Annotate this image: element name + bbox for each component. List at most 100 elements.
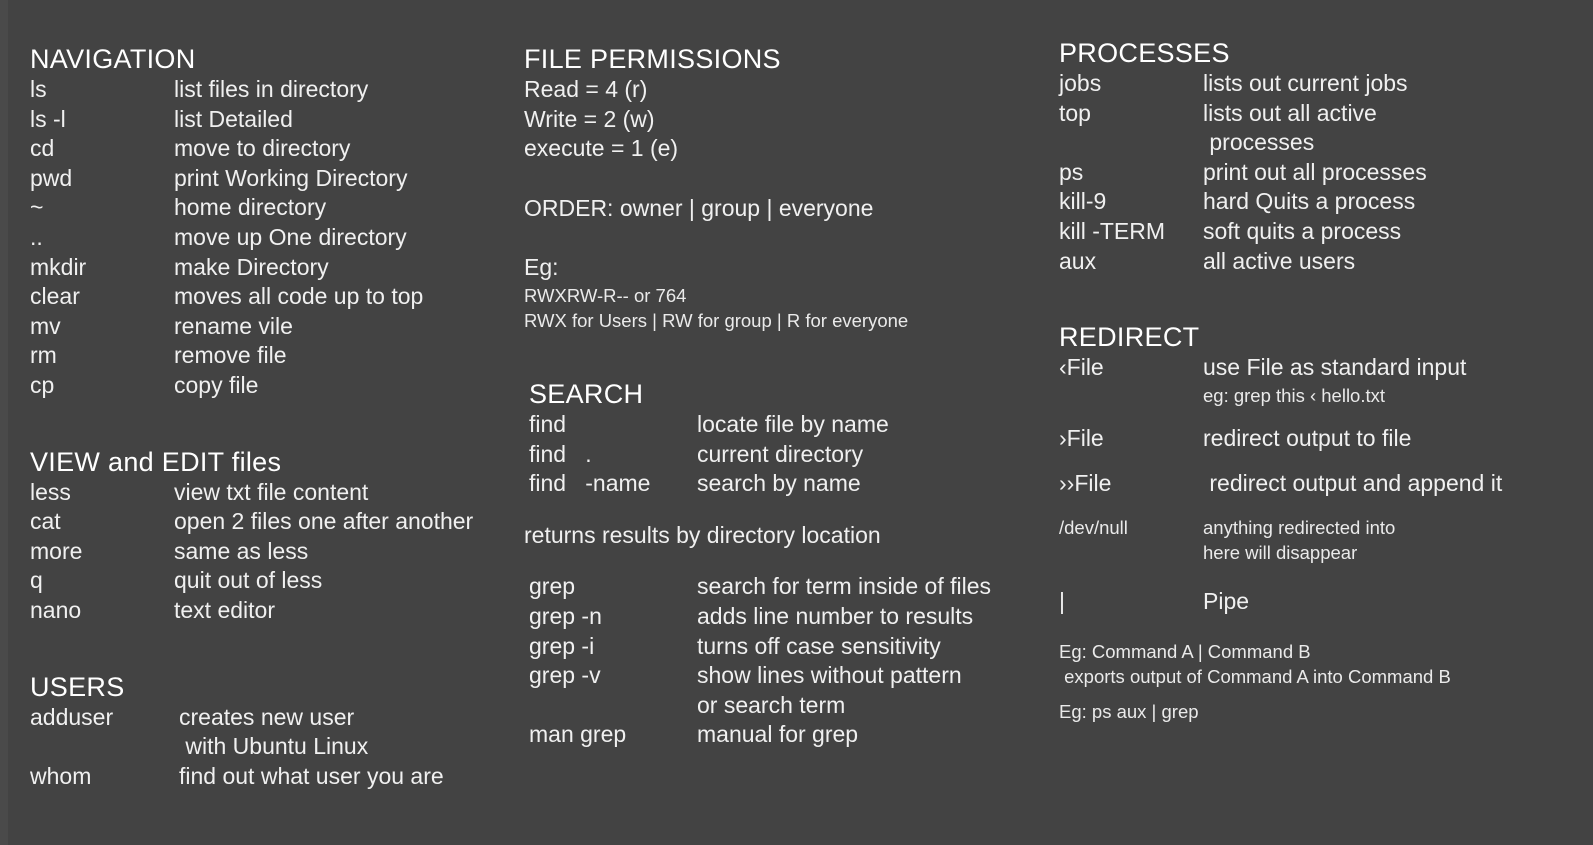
section-search: SEARCH find locate file by name find . c…	[524, 379, 1045, 750]
permission-example-explanation: RWX for Users | RW for group | R for eve…	[524, 309, 909, 331]
table-row: eg: grep this ‹ hello.txt	[1059, 383, 1593, 408]
permission-example-label: Eg:	[524, 254, 559, 281]
command-name: pwd	[30, 164, 73, 191]
command-description: move up One directory	[174, 223, 407, 250]
table-row: find locate file by name	[529, 410, 1045, 440]
command-description: text editor	[174, 596, 275, 623]
command-name: ~	[30, 194, 44, 221]
redirect-append-description: redirect output and append it	[1203, 470, 1503, 497]
command-description: list Detailed	[174, 105, 293, 132]
table-row: /dev/null anything redirected into	[1059, 515, 1593, 540]
section-redirect: REDIRECT ‹File use File as standard inpu…	[1059, 322, 1593, 723]
command-description: open 2 files one after another	[174, 508, 474, 535]
command-description: list files in directory	[174, 76, 369, 102]
command-name: find -name	[529, 470, 651, 497]
table-row: .. move up One directory	[30, 223, 512, 253]
command-name: ps	[1059, 158, 1084, 185]
section-file-permissions: FILE PERMISSIONS Read = 4 (r) Write = 2 …	[524, 44, 1045, 333]
command-name: more	[30, 537, 83, 564]
command-name: q	[30, 567, 43, 594]
command-name: cat	[30, 508, 61, 535]
redirect-append-symbol: ››File	[1059, 470, 1112, 497]
devnull-description-continued: here will disappear	[1203, 541, 1358, 563]
command-description: soft quits a process	[1203, 217, 1402, 244]
table-row: find . current directory	[529, 440, 1045, 470]
table-row: man grep manual for grep	[529, 720, 1045, 750]
table-row: find -name search by name	[529, 469, 1045, 499]
command-name: nano	[30, 596, 82, 623]
command-description: lists out current jobs	[1203, 70, 1408, 96]
table-row: more same as less	[30, 537, 512, 567]
command-description: same as less	[174, 537, 309, 564]
command-name: rm	[30, 342, 57, 369]
command-name: whom	[30, 762, 92, 789]
linux-command-cheatsheet: NAVIGATION ls list files in directory ls…	[0, 0, 1593, 845]
command-description: processes	[1203, 129, 1315, 156]
table-row: processes	[1059, 128, 1593, 158]
table-row: aux all active users	[1059, 247, 1593, 277]
table-row: cd move to directory	[30, 134, 512, 164]
table-row: q quit out of less	[30, 566, 512, 596]
table-row: less view txt file content	[30, 478, 512, 508]
command-description: turns off case sensitivity	[697, 632, 941, 659]
users-heading: USERS	[30, 671, 125, 702]
command-description: make Directory	[174, 253, 329, 280]
command-description: hard Quits a process	[1203, 188, 1416, 215]
command-description: search for term inside of files	[697, 573, 992, 600]
command-name: kill-9	[1059, 188, 1107, 215]
navigation-heading: NAVIGATION	[30, 44, 196, 74]
command-name: grep	[529, 573, 576, 600]
command-description: remove file	[174, 342, 287, 369]
file-permissions-heading: FILE PERMISSIONS	[524, 44, 781, 74]
search-note: returns results by directory location	[524, 521, 881, 548]
command-description: home directory	[174, 194, 327, 221]
table-row: ‹File use File as standard input	[1059, 353, 1593, 383]
command-name: jobs	[1059, 70, 1102, 96]
command-name: grep -i	[529, 632, 595, 659]
command-name: top	[1059, 99, 1091, 126]
table-row: cat open 2 files one after another	[30, 507, 512, 537]
permission-value-write: Write = 2 (w)	[524, 105, 655, 132]
table-row: | Pipe	[1059, 587, 1593, 617]
command-name: cp	[30, 371, 55, 398]
section-view-edit: VIEW and EDIT files less view txt file c…	[30, 447, 512, 626]
command-name: cd	[30, 135, 55, 162]
command-description: all active users	[1203, 247, 1356, 274]
table-row: ~ home directory	[30, 193, 512, 223]
users-rows: adduser creates new user with Ubuntu Lin…	[30, 703, 512, 792]
command-description: copy file	[174, 371, 259, 398]
command-description: rename vile	[174, 312, 293, 339]
command-description: quit out of less	[174, 567, 323, 594]
table-row: grep search for term inside of files	[529, 572, 1045, 602]
column-left: NAVIGATION ls list files in directory ls…	[0, 0, 512, 845]
devnull-description: anything redirected into	[1203, 516, 1396, 538]
section-navigation: NAVIGATION ls list files in directory ls…	[30, 44, 512, 401]
command-name: mv	[30, 312, 61, 339]
grep-rows: grep search for term inside of files gre…	[524, 572, 1045, 750]
table-row: grep -n adds line number to results	[529, 602, 1045, 632]
command-description: moves all code up to top	[174, 283, 424, 310]
table-row: ps print out all processes	[1059, 158, 1593, 188]
table-row: ls -l list Detailed	[30, 105, 512, 135]
table-row: pwd print Working Directory	[30, 164, 512, 194]
command-name: adduser	[30, 703, 114, 730]
pipe-label: Pipe	[1203, 587, 1250, 614]
redirect-stdin-description: use File as standard input	[1203, 354, 1467, 381]
pipe-example-generic: Eg: Command A | Command B	[1059, 640, 1311, 662]
command-description: with Ubuntu Linux	[179, 733, 369, 760]
command-description: current directory	[697, 440, 864, 467]
command-description: search by name	[697, 470, 861, 497]
redirect-stdin-example: eg: grep this ‹ hello.txt	[1203, 384, 1386, 406]
table-row: jobs lists out current jobs	[1059, 69, 1593, 99]
view-edit-rows: less view txt file content cat open 2 fi…	[30, 478, 512, 626]
table-row: here will disappear	[1059, 540, 1593, 565]
command-name: clear	[30, 283, 80, 310]
command-description: locate file by name	[697, 410, 889, 437]
